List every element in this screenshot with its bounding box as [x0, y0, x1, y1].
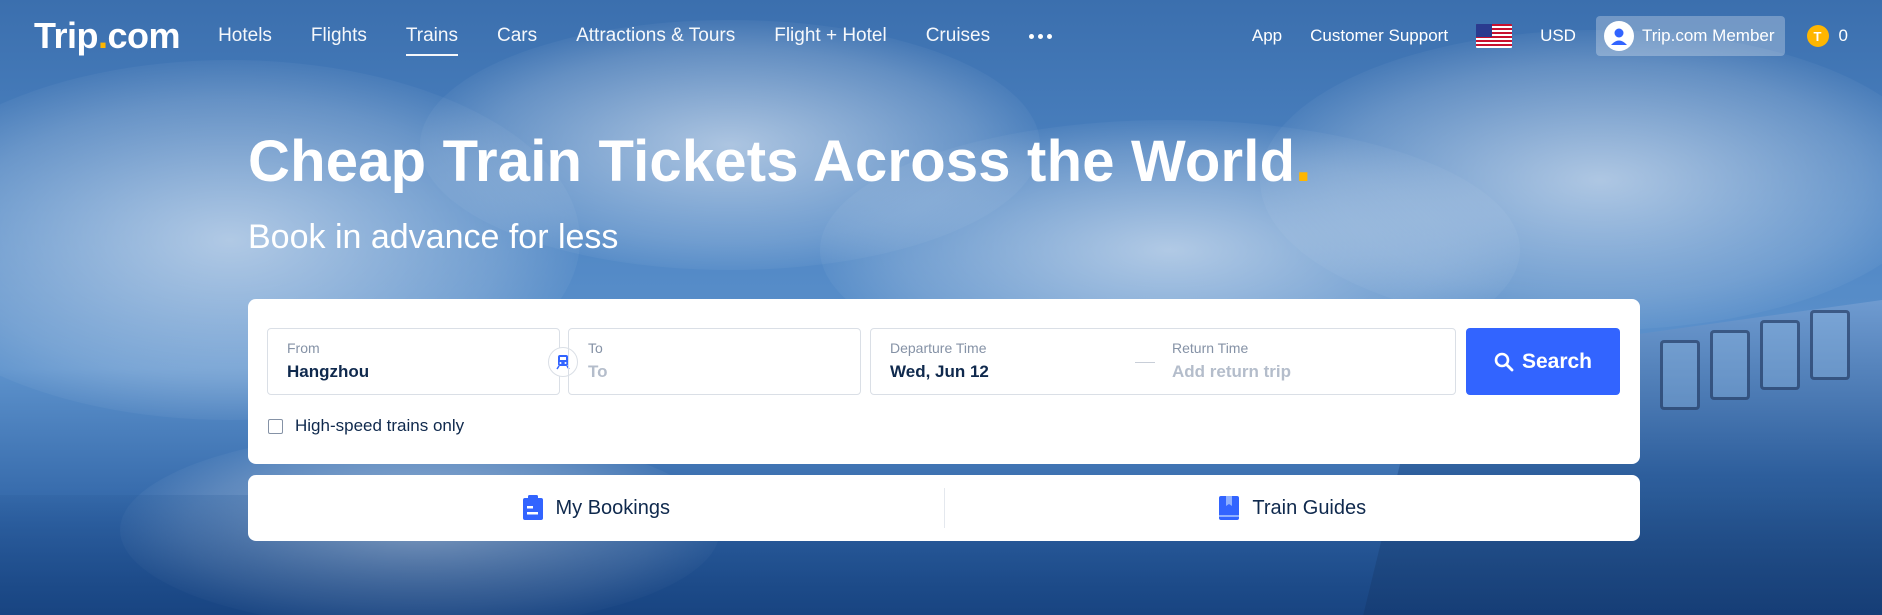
member-button[interactable]: Trip.com Member	[1595, 16, 1785, 56]
my-bookings-link[interactable]: My Bookings	[248, 495, 944, 521]
date-separator	[1135, 362, 1155, 363]
nav-trains[interactable]: Trains	[405, 0, 459, 72]
train-search-form: From Hangzhou To To Departure Time Wed, …	[248, 299, 1640, 464]
guide-book-icon	[1219, 496, 1240, 520]
quick-links-bar: My Bookings Train Guides	[248, 475, 1640, 541]
trip-coin-icon[interactable]: T	[1806, 25, 1829, 47]
member-label: Trip.com Member	[1641, 26, 1775, 45]
from-value: Hangzhou	[287, 362, 370, 381]
nav-hotels[interactable]: Hotels	[218, 0, 272, 72]
nav-cars[interactable]: Cars	[497, 0, 537, 72]
bookings-clipboard-icon	[522, 495, 543, 520]
customer-support-link[interactable]: Customer Support	[1310, 26, 1448, 46]
search-button-label: Search	[1521, 349, 1593, 373]
currency-selector[interactable]: USD	[1540, 26, 1576, 46]
search-button[interactable]: Search	[1466, 328, 1620, 395]
page-subtitle: Book in advance for less	[248, 218, 619, 256]
search-icon	[1494, 352, 1514, 371]
nav-flight-hotel[interactable]: Flight + Hotel	[774, 0, 886, 72]
main-nav: Hotels Flights Trains Cars Attractions &…	[218, 0, 1053, 72]
to-placeholder: To	[588, 362, 608, 381]
my-bookings-label: My Bookings	[555, 496, 671, 519]
trip-logo[interactable]: Trip. com	[34, 15, 181, 57]
nav-attractions-tours[interactable]: Attractions & Tours	[576, 0, 735, 72]
high-speed-checkbox[interactable]	[268, 418, 283, 434]
high-speed-label[interactable]: High-speed trains only	[295, 416, 464, 436]
us-flag-icon[interactable]	[1476, 24, 1513, 48]
train-guides-link[interactable]: Train Guides	[945, 495, 1641, 521]
coin-count: 0	[1838, 26, 1848, 45]
nav-flights[interactable]: Flights	[311, 0, 367, 72]
departure-value: Wed, Jun 12	[890, 362, 989, 381]
return-placeholder: Add return trip	[1172, 362, 1291, 381]
return-time-field[interactable]: Return Time Add return trip	[1172, 340, 1291, 382]
more-dots-icon[interactable]	[1029, 0, 1053, 72]
date-field: Departure Time Wed, Jun 12 Return Time A…	[870, 328, 1456, 395]
app-link[interactable]: App	[1252, 26, 1282, 46]
header-right-group: App Customer Support USD Trip.com Member…	[1224, 0, 1848, 72]
departure-label: Departure Time	[890, 340, 987, 356]
to-field[interactable]: To To	[568, 328, 861, 395]
return-label: Return Time	[1172, 340, 1249, 356]
from-field[interactable]: From Hangzhou	[267, 328, 560, 395]
train-guides-label: Train Guides	[1252, 496, 1367, 519]
nav-cruises[interactable]: Cruises	[926, 0, 990, 72]
from-label: From	[287, 340, 320, 356]
top-nav-bar: Trip. com Hotels Flights Trains Cars Attr…	[0, 0, 1882, 72]
high-speed-option: High-speed trains only	[268, 416, 464, 436]
to-label: To	[588, 340, 603, 356]
avatar-icon	[1603, 21, 1634, 51]
page-title: Cheap Train Tickets Across the World.	[248, 129, 1312, 194]
departure-time-field[interactable]: Departure Time Wed, Jun 12	[890, 340, 989, 382]
